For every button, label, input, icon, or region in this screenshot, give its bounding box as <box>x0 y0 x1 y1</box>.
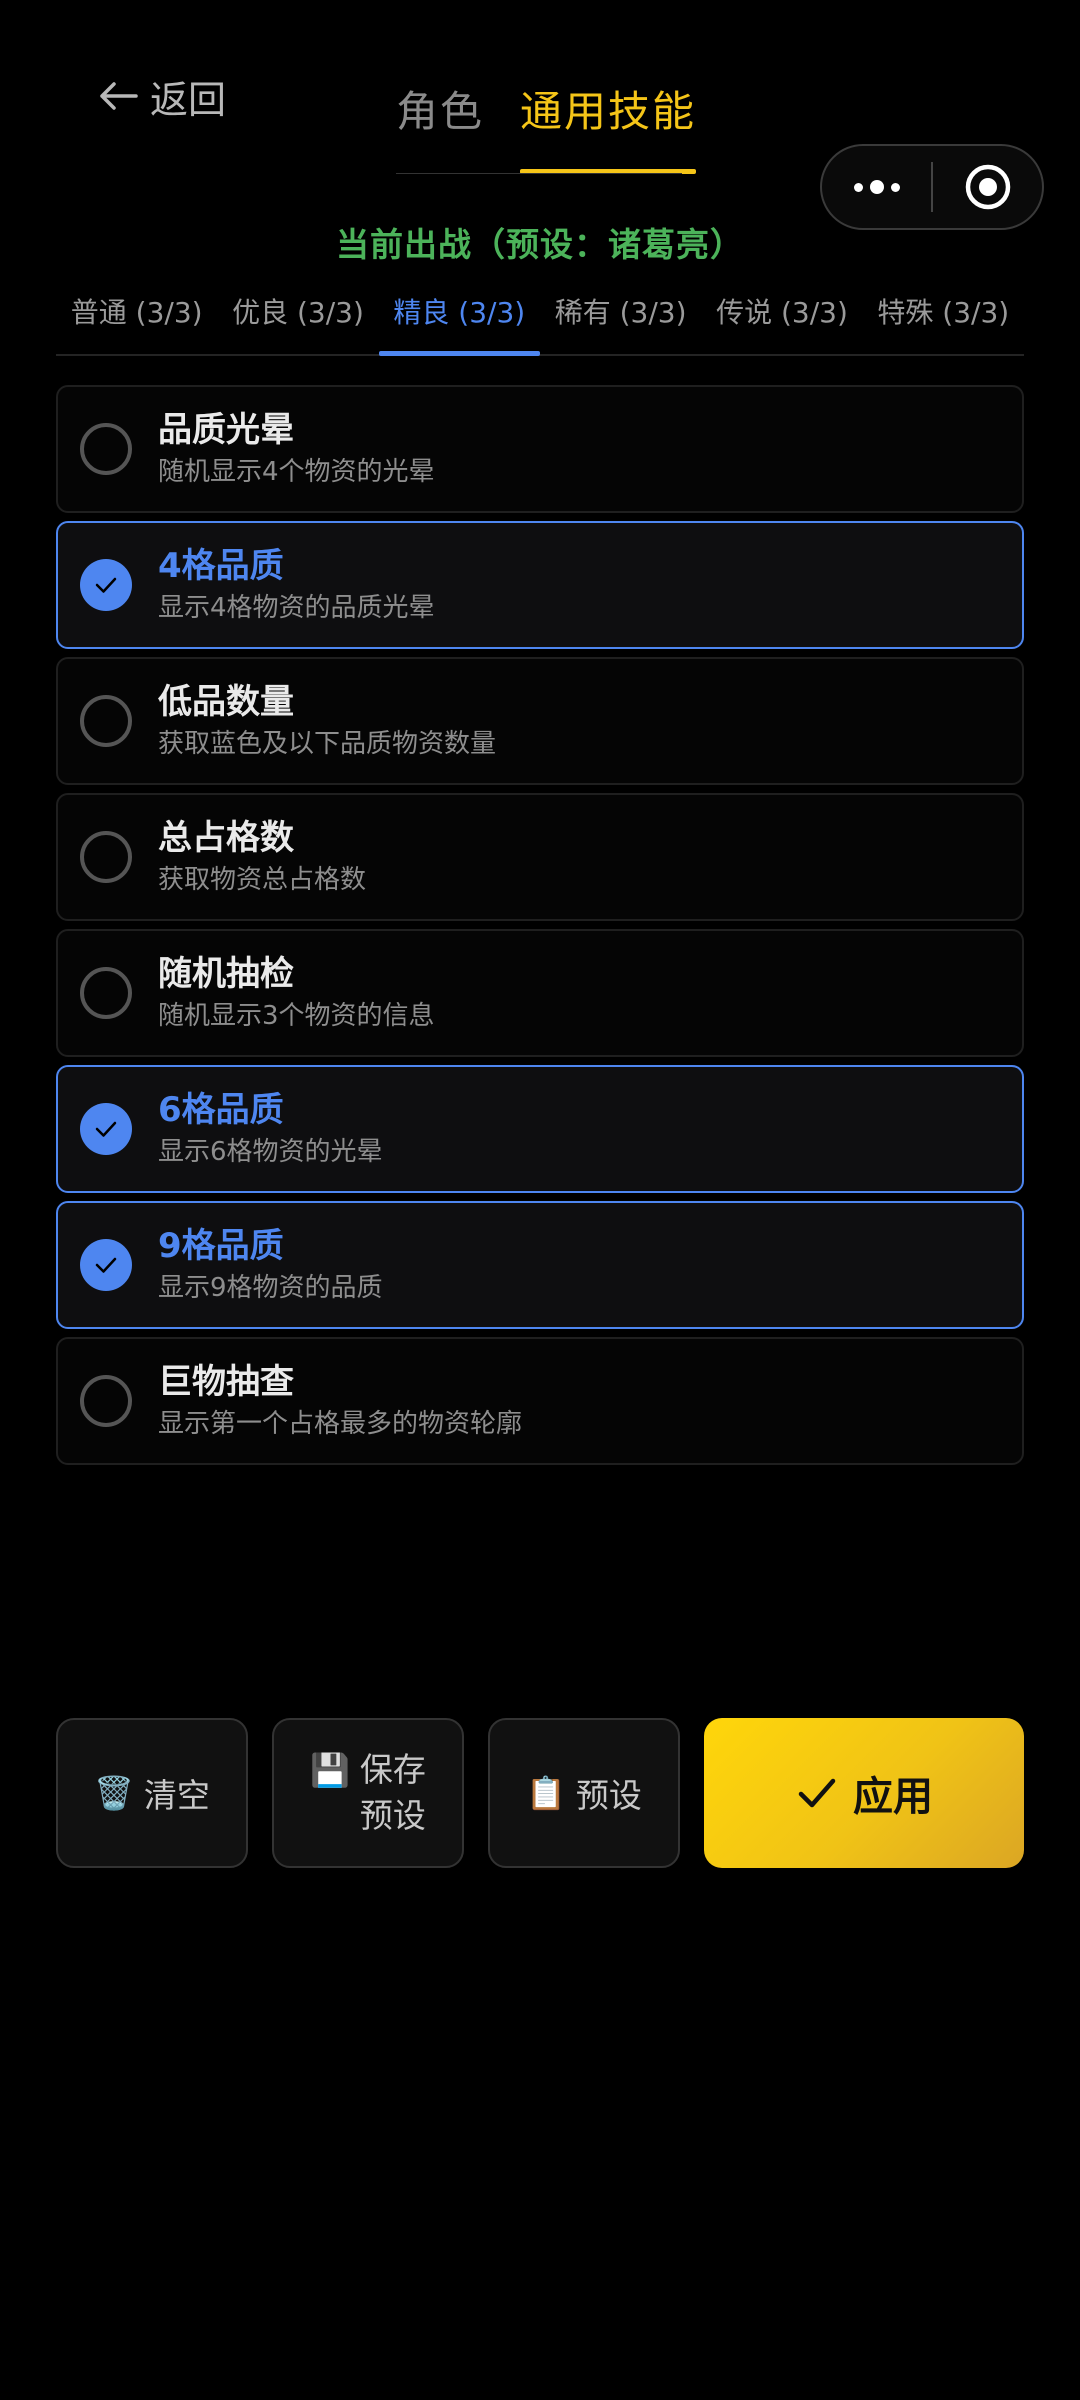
floppy-disk-icon: 💾 <box>310 1751 350 1789</box>
skill-name: 总占格数 <box>158 818 294 858</box>
skill-name: 6格品质 <box>158 1090 284 1130</box>
radio-button[interactable] <box>80 559 132 611</box>
skill-list: 品质光晕 随机显示4个物资的光晕 4格品质 显示4格物资的品质光晕 低品数量 获… <box>56 385 1024 1473</box>
skill-description: 显示9格物资的品质 <box>158 1273 383 1303</box>
skill-name: 低品数量 <box>158 682 294 722</box>
checkmark-icon <box>95 1257 117 1273</box>
skill-name: 4格品质 <box>158 546 284 586</box>
skill-description: 获取物资总占格数 <box>158 865 367 895</box>
tab-common[interactable]: 普通 (3/3) <box>56 282 217 354</box>
apply-label: 应用 <box>853 1774 933 1820</box>
radio-button[interactable] <box>80 831 132 883</box>
target-icon <box>965 164 1010 210</box>
skill-item[interactable]: 品质光晕 随机显示4个物资的光晕 <box>56 385 1024 513</box>
tab-character[interactable]: 角色 <box>396 78 484 174</box>
tab-special[interactable]: 特殊 (3/3) <box>863 282 1024 354</box>
skill-description: 显示4格物资的品质光晕 <box>158 593 435 623</box>
checkmark-icon <box>95 1121 117 1137</box>
skill-description: 显示第一个占格最多的物资轮廓 <box>158 1409 523 1439</box>
rarity-tabs: 普通 (3/3) 优良 (3/3) 精良 (3/3) 稀有 (3/3) 传说 (… <box>56 282 1024 356</box>
clear-button[interactable]: 🗑️ 清空 <box>56 1718 248 1868</box>
skill-item[interactable]: 随机抽检 随机显示3个物资的信息 <box>56 929 1024 1057</box>
radio-button[interactable] <box>80 1375 132 1427</box>
radio-button[interactable] <box>80 1103 132 1155</box>
skill-description: 随机显示4个物资的光晕 <box>158 457 435 487</box>
more-dot-icon <box>869 180 884 194</box>
skill-description: 获取蓝色及以下品质物资数量 <box>158 729 497 759</box>
close-miniprogram-button[interactable] <box>933 146 1042 228</box>
skill-item[interactable]: 低品数量 获取蓝色及以下品质物资数量 <box>56 657 1024 785</box>
tab-general-skills[interactable]: 通用技能 <box>520 78 697 174</box>
skill-name: 品质光晕 <box>158 410 294 450</box>
preset-label: 预设 <box>575 1776 642 1815</box>
radio-button[interactable] <box>80 967 132 1019</box>
skill-item[interactable]: 4格品质 显示4格物资的品质光晕 <box>56 521 1024 649</box>
back-label: 返回 <box>150 77 227 122</box>
tab-uncommon[interactable]: 优良 (3/3) <box>217 282 378 354</box>
save-preset-label-line2: 预设 <box>359 1796 426 1835</box>
current-preset-label: 当前出战（预设：诸葛亮） <box>336 225 744 264</box>
trash-icon: 🗑️ <box>94 1774 134 1812</box>
skill-item[interactable]: 6格品质 显示6格物资的光晕 <box>56 1065 1024 1193</box>
radio-button[interactable] <box>80 423 132 475</box>
clipboard-icon: 📋 <box>526 1774 566 1812</box>
more-button[interactable] <box>822 146 931 228</box>
action-bar: 🗑️ 清空 💾 保存 预设 📋 预设 应用 <box>56 1718 1024 1868</box>
tab-legendary[interactable]: 传说 (3/3) <box>701 282 862 354</box>
skill-description: 随机显示3个物资的信息 <box>158 1001 435 1031</box>
radio-button[interactable] <box>80 1239 132 1291</box>
arrow-left-icon <box>100 82 138 110</box>
tab-rare[interactable]: 稀有 (3/3) <box>540 282 701 354</box>
more-dot-icon <box>890 182 900 192</box>
apply-button[interactable]: 应用 <box>704 1718 1024 1868</box>
skill-item[interactable]: 9格品质 显示9格物资的品质 <box>56 1201 1024 1329</box>
skill-item[interactable]: 巨物抽查 显示第一个占格最多的物资轮廓 <box>56 1337 1024 1465</box>
more-dot-icon <box>853 182 863 192</box>
save-preset-label-line1: 保存 <box>359 1750 426 1789</box>
radio-button[interactable] <box>80 695 132 747</box>
skill-description: 显示6格物资的光晕 <box>158 1137 383 1167</box>
preset-button[interactable]: 📋 预设 <box>488 1718 680 1868</box>
back-button[interactable]: 返回 <box>96 66 226 126</box>
checkmark-icon <box>798 1778 836 1808</box>
tab-fine[interactable]: 精良 (3/3) <box>378 282 541 356</box>
skill-name: 9格品质 <box>158 1226 284 1266</box>
skill-name: 随机抽检 <box>158 954 294 994</box>
skill-item[interactable]: 总占格数 获取物资总占格数 <box>56 793 1024 921</box>
skill-name: 巨物抽查 <box>158 1362 294 1402</box>
clear-label: 清空 <box>143 1776 210 1815</box>
top-tabs: 角色 通用技能 <box>396 78 697 174</box>
checkmark-icon <box>95 577 117 593</box>
tabs-divider <box>396 173 682 174</box>
save-preset-button[interactable]: 💾 保存 预设 <box>272 1718 464 1868</box>
save-preset-label: 保存 预设 <box>360 1747 426 1839</box>
